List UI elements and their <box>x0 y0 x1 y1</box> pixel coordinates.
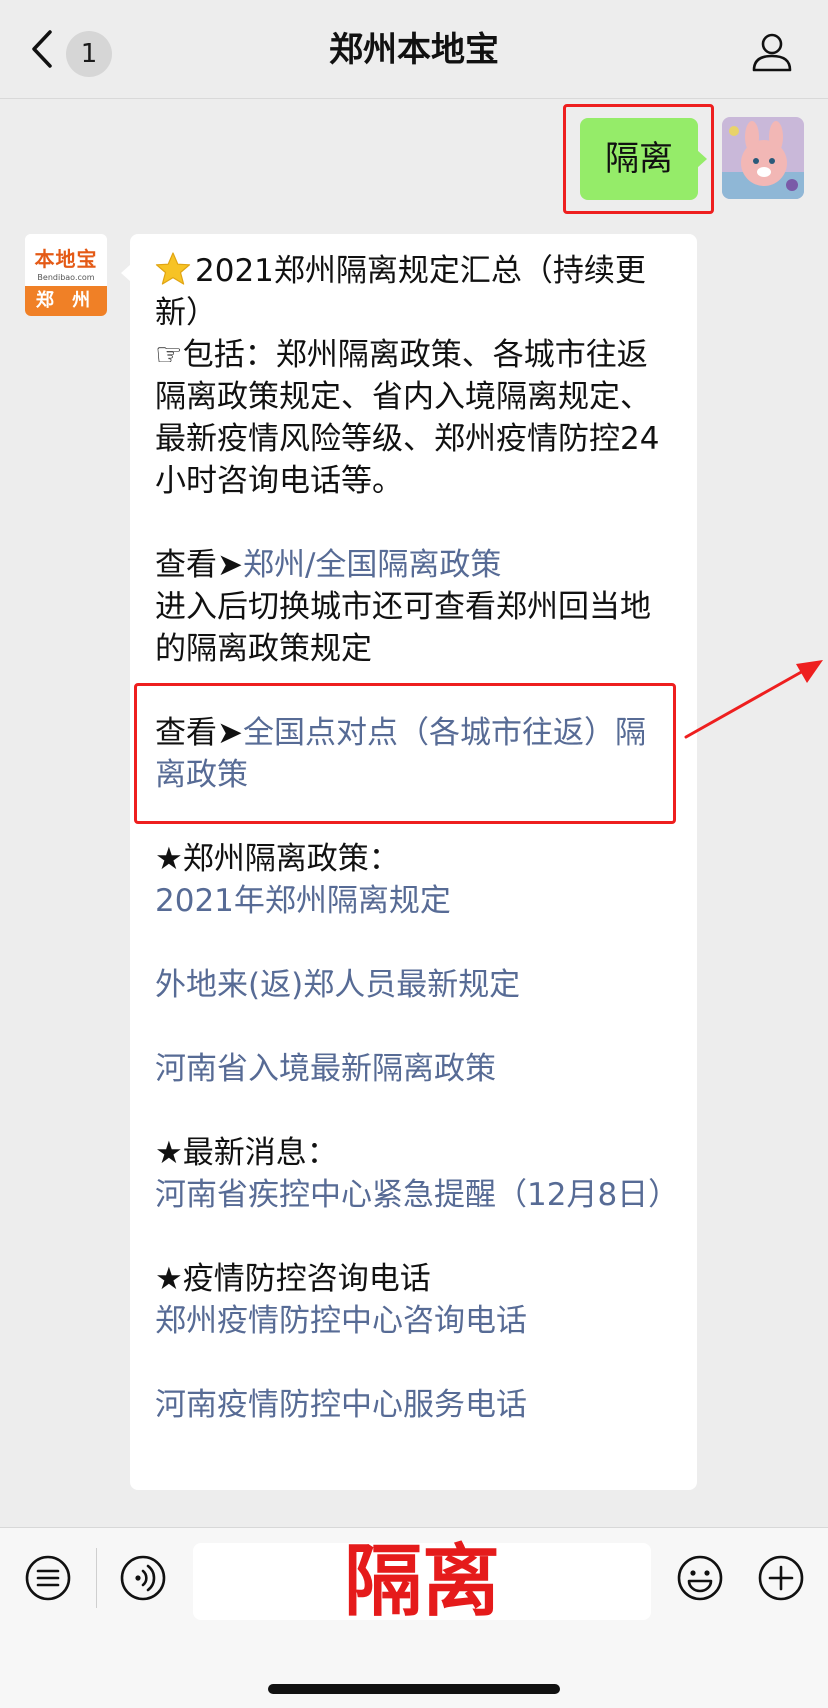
profile-icon[interactable] <box>750 30 794 74</box>
chat-title: 郑州本地宝 <box>329 30 499 70</box>
link1-note: 进入后切换城市还可查看郑州回当地的隔离政策规定 <box>155 589 651 667</box>
link-henan-hotline[interactable]: 河南疫情防控中心服务电话 <box>155 1384 675 1426</box>
official-account-avatar[interactable]: 本地宝 Bendibao.com 郑 州 <box>25 234 107 316</box>
message-intro: ☞包括：郑州隔离政策、各城市往返隔离政策规定、省内入境隔离规定、最新疫情风险等级… <box>155 337 660 499</box>
highlight-box-outgoing <box>563 104 714 214</box>
plus-icon[interactable] <box>756 1553 806 1603</box>
message-title: 2021郑州隔离规定汇总（持续更新） <box>155 253 646 331</box>
section-heading-policy: ★郑州隔离政策： <box>155 841 400 877</box>
view-line-1: 查看➤郑州/全国隔离政策 <box>155 547 502 583</box>
message-input[interactable]: 隔离 <box>193 1543 651 1621</box>
message-title-line: 2021郑州隔离规定汇总（持续更新） <box>155 250 675 334</box>
input-bar-divider <box>96 1548 97 1608</box>
highlight-box-link <box>134 683 676 824</box>
star-icon <box>155 252 191 285</box>
incoming-message-content: 2021郑州隔离规定汇总（持续更新） ☞包括：郑州隔离政策、各城市往返隔离政策规… <box>155 250 679 1426</box>
nav-bar: 1 郑州本地宝 <box>0 0 828 99</box>
brand-logo-city: 郑 州 <box>25 286 107 316</box>
user-avatar[interactable] <box>722 117 804 199</box>
emoji-icon[interactable] <box>675 1553 725 1603</box>
incoming-bubble-tail <box>121 264 131 282</box>
link-henan-entry-policy[interactable]: 河南省入境最新隔离政策 <box>155 1048 675 1090</box>
voice-icon[interactable] <box>118 1553 168 1603</box>
link-zhengzhou-hotline[interactable]: 郑州疫情防控中心咨询电话 <box>155 1300 675 1342</box>
section-heading-news: ★最新消息： <box>155 1135 338 1171</box>
input-bar: 隔离 <box>0 1527 828 1708</box>
brand-logo-top: 本地宝 Bendibao.com <box>25 234 107 286</box>
section-heading-hotline: ★疫情防控咨询电话 <box>155 1261 431 1297</box>
link-returning-personnel[interactable]: 外地来(返)郑人员最新规定 <box>155 964 675 1006</box>
menu-icon[interactable] <box>23 1553 73 1603</box>
annotation-arrow <box>684 660 823 739</box>
home-indicator <box>268 1684 560 1694</box>
link-zhengzhou-national-policy[interactable]: 郑州/全国隔离政策 <box>243 547 501 583</box>
link-2021-rules[interactable]: 2021年郑州隔离规定 <box>155 880 675 922</box>
link-cdc-alert[interactable]: 河南省疾控中心紧急提醒（12月8日） <box>155 1174 679 1216</box>
